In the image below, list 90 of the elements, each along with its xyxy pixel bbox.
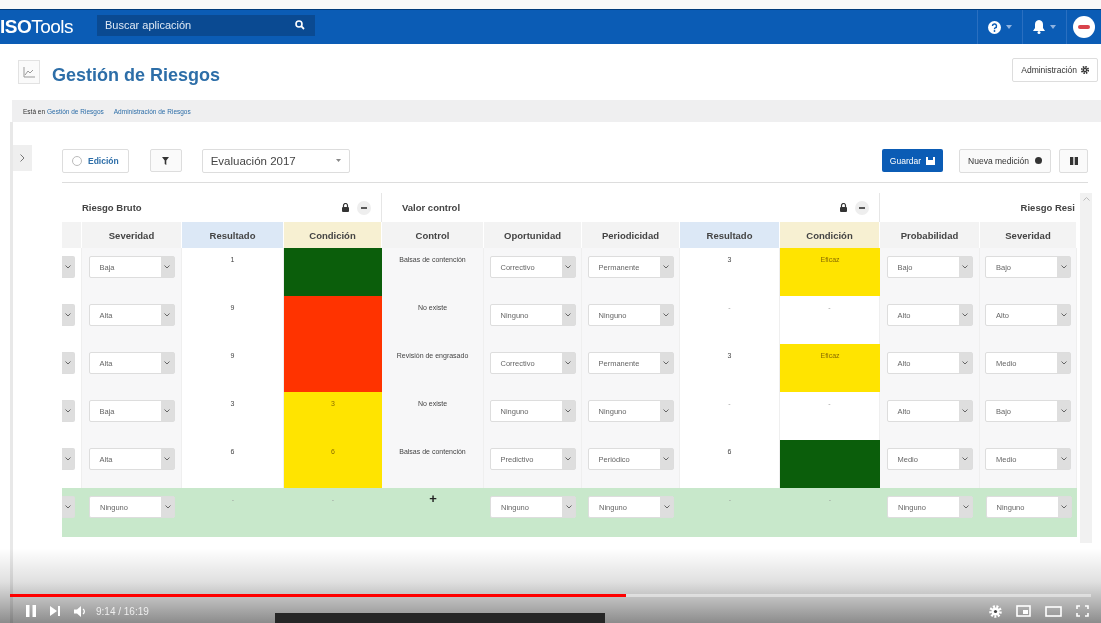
filter-button[interactable] [149, 149, 182, 172]
pause-button[interactable] [26, 605, 36, 617]
caret-icon [335, 159, 341, 162]
collapse-icon[interactable] [357, 200, 371, 215]
chevron-down-icon [164, 505, 171, 509]
chevron-down-icon [663, 409, 669, 413]
chevron-down-icon [65, 409, 71, 413]
lock-icon[interactable] [840, 203, 847, 212]
settings-icon[interactable] [989, 604, 1002, 618]
chevron-down-icon [65, 265, 71, 269]
chevron-down-icon [1060, 265, 1067, 269]
add-row-button[interactable]: + [429, 494, 437, 504]
chevron-down-icon [962, 505, 969, 509]
column-header: Severidad [82, 222, 182, 248]
save-button[interactable]: Guardar [881, 149, 944, 172]
chevron-down-icon [164, 457, 170, 461]
search-icon [295, 19, 305, 30]
video-time: 9:14 / 16:19 [96, 605, 149, 617]
group-title: Valor control [402, 202, 461, 213]
miniplayer-icon[interactable] [1016, 605, 1031, 617]
column-header: Periodicidad [582, 222, 680, 248]
avatar-icon[interactable] [1073, 16, 1095, 38]
group-title: Riesgo Bruto [82, 202, 142, 213]
chevron-right-icon [20, 154, 25, 162]
chevron-down-icon [663, 313, 669, 317]
chevron-down-icon [962, 409, 968, 413]
page-title: Gestión de Riesgos [52, 64, 221, 86]
chevron-down-icon [65, 361, 71, 365]
chevron-down-icon [1060, 361, 1067, 365]
group-title: Riesgo Resi [1020, 202, 1075, 213]
new-measurement-button[interactable]: Nueva medición [959, 148, 1051, 173]
chevron-down-icon [565, 409, 571, 413]
theater-mode-icon[interactable] [1045, 605, 1062, 617]
scroll-up-icon[interactable] [1082, 197, 1090, 201]
column-header: Condición [780, 222, 880, 248]
chevron-down-icon [962, 313, 968, 317]
column-header: Control [382, 222, 484, 248]
chevron-down-icon [663, 457, 669, 461]
chevron-down-icon [565, 265, 571, 269]
chevron-down-icon [164, 313, 170, 317]
chevron-down-icon [164, 361, 170, 365]
chevron-down-icon [962, 457, 968, 461]
filter-icon [162, 156, 170, 165]
sidebar-toggle[interactable] [13, 145, 32, 171]
bell-icon [1033, 20, 1045, 34]
chevron-down-icon [1060, 313, 1067, 317]
chevron-down-icon [65, 505, 71, 509]
column-header: Resultado [680, 222, 780, 248]
chevron-down-icon [663, 265, 669, 269]
fullscreen-icon[interactable] [1076, 605, 1089, 617]
chevron-down-icon [164, 409, 170, 413]
columns-button[interactable] [1059, 148, 1088, 173]
volume-icon[interactable] [74, 605, 86, 617]
search-field[interactable]: Buscar aplicación [97, 14, 315, 36]
columns-icon [1069, 156, 1078, 165]
chevron-down-icon [565, 313, 571, 317]
scrollbar[interactable] [1080, 193, 1092, 543]
chevron-down-icon [663, 361, 669, 365]
caret-icon [1050, 25, 1056, 29]
column-header: Resultado [182, 222, 284, 248]
chevron-down-icon [65, 313, 71, 317]
column-header: Severidad [980, 222, 1077, 248]
progress-bar[interactable] [10, 594, 1091, 597]
next-icon[interactable] [50, 606, 60, 616]
column-header: Probabilidad [880, 222, 980, 248]
chart-icon [18, 60, 40, 84]
evaluation-dropdown[interactable]: Evaluación 2017 [201, 148, 350, 173]
help-icon [988, 20, 1001, 34]
chevron-down-icon [65, 457, 71, 461]
pause-icon [26, 605, 36, 617]
column-header: Condición [284, 222, 382, 248]
chevron-down-icon [565, 457, 571, 461]
caret-icon [1006, 25, 1012, 29]
gear-icon [1081, 66, 1089, 74]
edit-toggle[interactable]: Edición [62, 148, 129, 173]
chevron-down-icon [565, 505, 572, 509]
lock-icon[interactable] [342, 203, 349, 212]
save-icon [926, 156, 936, 165]
chevron-down-icon [1060, 457, 1067, 461]
chevron-down-icon [164, 265, 170, 269]
chevron-down-icon [1060, 409, 1067, 413]
chevron-down-icon [962, 361, 968, 365]
chevron-down-icon [663, 505, 670, 509]
column-header: Oportunidad [484, 222, 582, 248]
app-logo[interactable]: ISOTools [0, 16, 97, 38]
administration-button[interactable]: Administración [1012, 58, 1098, 82]
collapse-icon[interactable] [855, 200, 869, 215]
chevron-down-icon [962, 265, 968, 269]
chevron-down-icon [565, 361, 571, 365]
chevron-down-icon [1061, 505, 1067, 509]
